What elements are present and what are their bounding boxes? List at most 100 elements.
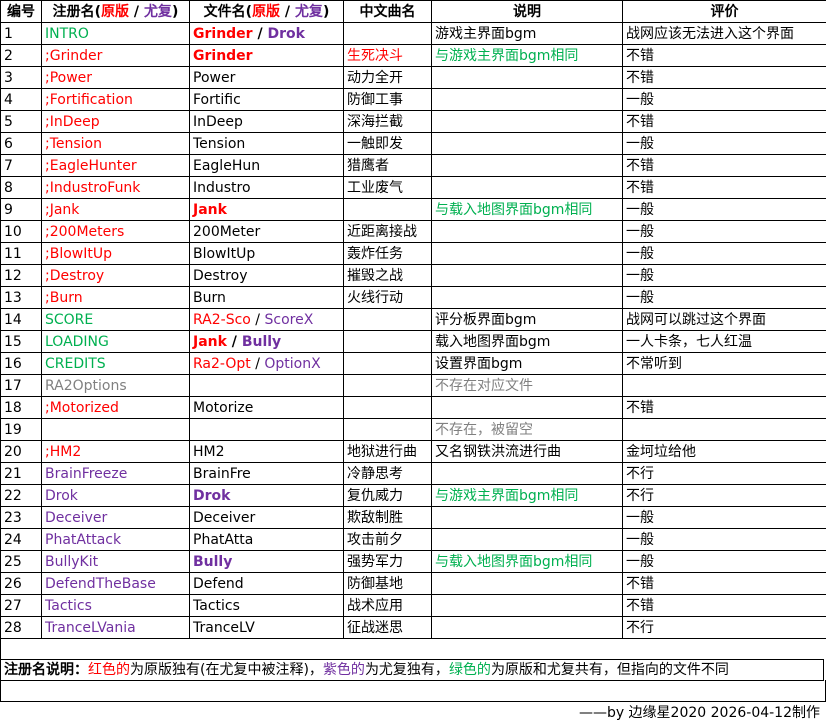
note-red-rest: 为原版独有(在尤复中被注释)， — [130, 662, 323, 678]
file-part: BlowItUp — [193, 245, 256, 262]
cell-eval: 一般 — [622, 286, 826, 309]
cell-desc — [431, 154, 623, 177]
cell-desc — [431, 264, 623, 287]
cell-cn: 防御工事 — [343, 88, 432, 111]
cell-file — [189, 418, 344, 441]
table-row: 23 Deceiver Deceiver 欺敌制胜 一般 — [0, 506, 826, 529]
table-row: 3 ;Power Power 动力全开 不错 — [0, 66, 826, 89]
cell-desc — [431, 528, 623, 551]
header-cn: 中文曲名 — [343, 0, 432, 23]
cell-file: Grinder / Drok — [189, 22, 344, 45]
cell-eval: 不行 — [622, 462, 826, 485]
cell-eval: 不错 — [622, 154, 826, 177]
cell-eval: 不错 — [622, 66, 826, 89]
table-row: 8 ;IndustroFunk Industro 工业废气 不错 — [0, 176, 826, 199]
file-part: Grinder — [193, 25, 253, 42]
cell-num: 9 — [0, 198, 42, 221]
cell-reg: BrainFreeze — [41, 462, 190, 485]
table-row: 19 不存在，被留空 — [0, 418, 826, 441]
cell-reg: ;Tension — [41, 132, 190, 155]
cell-cn: 火线行动 — [343, 286, 432, 309]
table-row: 14 SCORE RA2-Sco / ScoreX 评分板界面bgm 战网可以跳过这个界… — [0, 308, 826, 331]
header-desc: 说明 — [431, 0, 623, 23]
header-reg: 注册名(原版 / 尤复) — [41, 0, 190, 23]
file-part: Tension — [193, 135, 246, 152]
table-row: 24 PhatAttack PhatAtta 攻击前夕 一般 — [0, 528, 826, 551]
cell-eval: 一般 — [622, 132, 826, 155]
cell-eval: 一般 — [622, 220, 826, 243]
cell-num: 4 — [0, 88, 42, 111]
cell-desc: 评分板界面bgm — [431, 308, 623, 331]
table-row: 15 LOADING Jank / Bully 载入地图界面bgm 一人卡条，七人红温 — [0, 330, 826, 353]
cell-desc — [431, 242, 623, 265]
cell-file: TranceLV — [189, 616, 344, 639]
table-row: 10 ;200Meters 200Meter 近距离接战 一般 — [0, 220, 826, 243]
cell-cn — [343, 308, 432, 331]
cell-num: 6 — [0, 132, 42, 155]
cell-eval: 金坷垃给他 — [622, 440, 826, 463]
bgm-table: 编号 注册名(原版 / 尤复) 文件名(原版 / 尤复) 中文曲名 说明 评价 … — [0, 0, 826, 660]
table-row: 21 BrainFreeze BrainFre 冷静思考 不行 — [0, 462, 826, 485]
cell-reg: ;BlowItUp — [41, 242, 190, 265]
cell-reg: ;EagleHunter — [41, 154, 190, 177]
note-green: 绿色的 — [448, 662, 491, 678]
file-part: / — [226, 333, 242, 350]
cell-desc: 又名钢铁洪流进行曲 — [431, 440, 623, 463]
cell-file: Destroy — [189, 264, 344, 287]
cell-num: 23 — [0, 506, 42, 529]
file-part: Bully — [193, 553, 233, 570]
cell-reg — [41, 418, 190, 441]
cell-desc: 设置界面bgm — [431, 352, 623, 375]
cell-eval: 不错 — [622, 44, 826, 67]
table-row: 26 DefendTheBase Defend 防御基地 不错 — [0, 572, 826, 595]
note-red: 红色的 — [88, 662, 130, 678]
file-part: TranceLV — [193, 619, 255, 636]
cell-cn: 地狱进行曲 — [343, 440, 432, 463]
cell-desc: 与游戏主界面bgm相同 — [431, 484, 623, 507]
header-num: 编号 — [0, 0, 42, 23]
cell-cn: 复仇威力 — [343, 484, 432, 507]
cell-reg: PhatAttack — [41, 528, 190, 551]
table-row: 28 TranceLVania TranceLV 征战迷思 不行 — [0, 616, 826, 639]
cell-eval: 一人卡条，七人红温 — [622, 330, 826, 353]
file-part: Destroy — [193, 267, 248, 284]
file-part: Fortific — [193, 91, 241, 108]
cell-reg: INTRO — [41, 22, 190, 45]
cell-reg: LOADING — [41, 330, 190, 353]
cell-reg: SCORE — [41, 308, 190, 331]
file-part: Motorize — [193, 399, 254, 416]
cell-file: Tension — [189, 132, 344, 155]
cell-reg: BullyKit — [41, 550, 190, 573]
file-part: Grinder — [193, 47, 253, 64]
cell-reg: ;InDeep — [41, 110, 190, 133]
blank-row — [0, 680, 826, 702]
cell-file: Grinder — [189, 44, 344, 67]
cell-num: 19 — [0, 418, 42, 441]
cell-reg: RA2Options — [41, 374, 190, 397]
cell-cn: 动力全开 — [343, 66, 432, 89]
cell-file: BrainFre — [189, 462, 344, 485]
table-row: 11 ;BlowItUp BlowItUp 轰炸任务 一般 — [0, 242, 826, 265]
cell-num: 2 — [0, 44, 42, 67]
table-row: 27 Tactics Tactics 战术应用 不错 — [0, 594, 826, 617]
table-row: 16 CREDITS Ra2-Opt / OptionX 设置界面bgm 不常听到 — [0, 352, 826, 375]
cell-cn — [343, 396, 432, 419]
cell-eval: 不行 — [622, 484, 826, 507]
legend-note: 注册名说明：红色的为原版独有(在尤复中被注释)，紫色的为尤复独有，绿色的为原版和… — [0, 659, 824, 681]
table-row: 7 ;EagleHunter EagleHun 猎鹰者 不错 — [0, 154, 826, 177]
cell-reg: ;Grinder — [41, 44, 190, 67]
cell-eval: 一般 — [622, 88, 826, 111]
table-row: 20 ;HM2 HM2 地狱进行曲 又名钢铁洪流进行曲 金坷垃给他 — [0, 440, 826, 463]
file-part: BrainFre — [193, 465, 251, 482]
cell-eval — [622, 418, 826, 441]
cell-eval — [622, 374, 826, 397]
cell-reg: ;Motorized — [41, 396, 190, 419]
cell-cn: 攻击前夕 — [343, 528, 432, 551]
cell-cn: 防御基地 — [343, 572, 432, 595]
cell-cn: 工业废气 — [343, 176, 432, 199]
cell-num: 15 — [0, 330, 42, 353]
cell-cn: 战术应用 — [343, 594, 432, 617]
cell-num: 22 — [0, 484, 42, 507]
table-row: 25 BullyKit Bully 强势军力 与载入地图界面bgm相同 一般 — [0, 550, 826, 573]
cell-reg: ;HM2 — [41, 440, 190, 463]
